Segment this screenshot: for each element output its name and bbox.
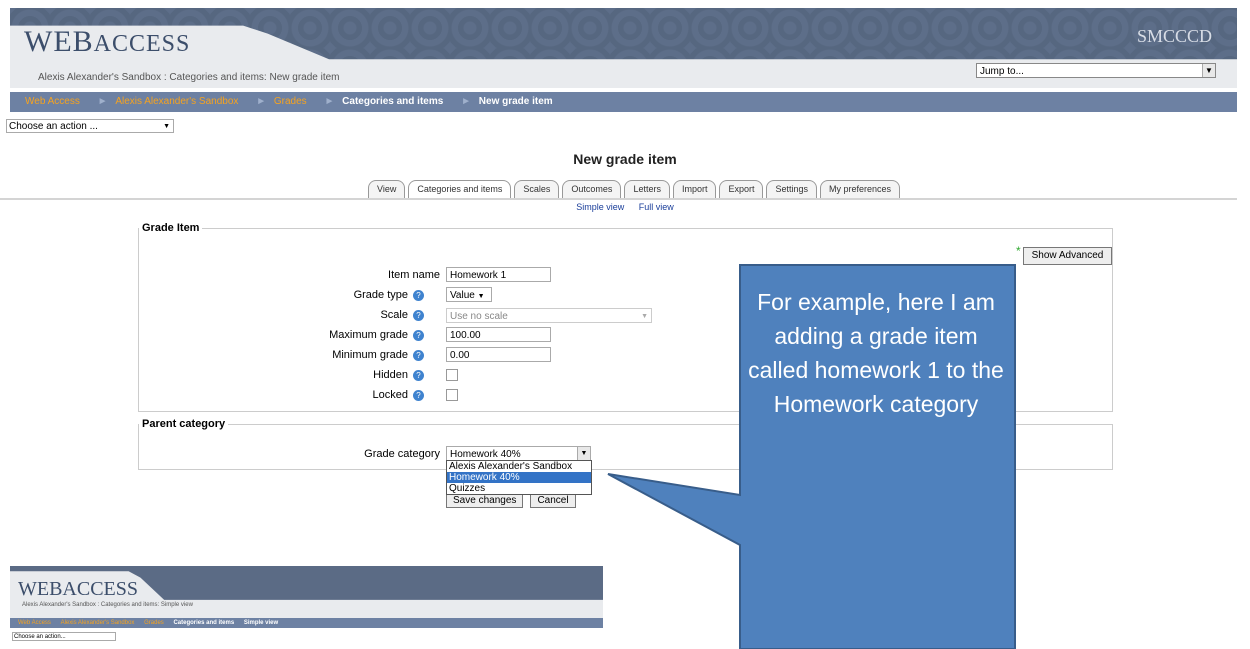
- callout-text: For example, here I am adding a grade it…: [748, 289, 1004, 417]
- callout-shape: [607, 264, 1016, 649]
